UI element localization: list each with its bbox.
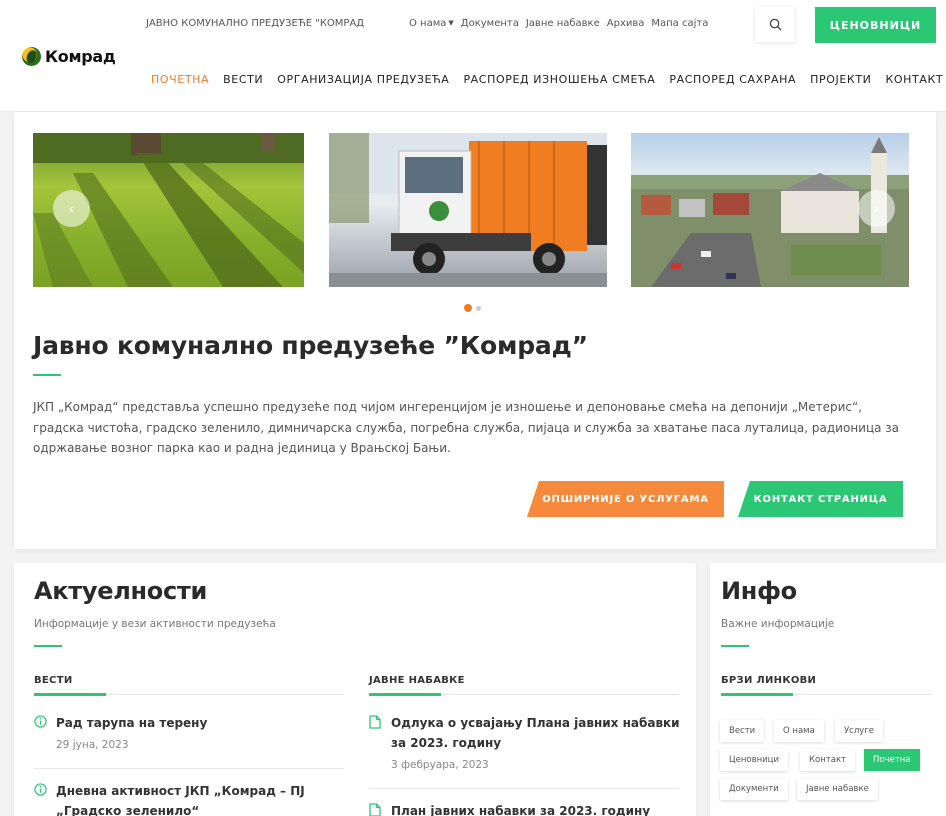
top-links: О нама ▼ Документа Јавне набавке Архива М… (409, 18, 708, 29)
tag-procurement[interactable]: Јавне набавке (797, 778, 878, 800)
info-circle-icon (34, 715, 47, 728)
nav-funeral-schedule[interactable]: РАСПОРЕД САХРАНА (669, 73, 796, 86)
procurement-item[interactable]: План јавних набавки за 2023. годину (369, 801, 679, 816)
tag-home[interactable]: Почетна (864, 749, 920, 771)
title-underline (33, 374, 61, 376)
nav-news[interactable]: ВЕСТИ (223, 73, 263, 86)
nav-projects[interactable]: ПРОЈЕКТИ (810, 73, 871, 86)
slider-dot-1[interactable] (464, 304, 472, 312)
tag-services[interactable]: Услуге (835, 720, 884, 742)
slider-prev-button[interactable]: ‹ (53, 190, 90, 227)
search-button[interactable] (755, 7, 795, 42)
nav-contact[interactable]: КОНТАКТ (886, 73, 944, 86)
tag-about[interactable]: О нама (774, 720, 824, 742)
top-link-documents[interactable]: Документа (461, 18, 519, 29)
news-divider (34, 768, 344, 769)
chevron-right-icon: › (873, 199, 880, 218)
info-title: Инфо (721, 577, 797, 605)
site-header: Комрад ЈАВНО КОМУНАЛНО ПРЕДУЗЕЋЕ "КОМРАД… (0, 0, 946, 112)
main-nav: ПОЧЕТНА ВЕСТИ ОРГАНИЗАЦИЈА ПРЕДУЗЕЋА РАС… (151, 73, 943, 86)
tag-documents[interactable]: Документи (720, 778, 788, 800)
document-icon (369, 803, 381, 816)
news-item-title[interactable]: Рад тарупа на терену (56, 713, 346, 733)
news-item[interactable]: Дневна активност ЈКП „Комрад – ПЈ „Градс… (34, 781, 344, 816)
procurement-divider (369, 788, 679, 789)
news-column-line (34, 693, 344, 696)
news-item-title[interactable]: Дневна активност ЈКП „Комрад – ПЈ „Градс… (56, 781, 326, 816)
slider-next-button[interactable]: › (858, 190, 895, 227)
search-icon (769, 18, 782, 31)
company-name: ЈАВНО КОМУНАЛНО ПРЕДУЗЕЋЕ "КОМРАД (146, 18, 365, 29)
info-card: Инфо Важне информације БРЗИ ЛИНКОВИ Вест… (710, 563, 946, 816)
nav-organization[interactable]: ОРГАНИЗАЦИЈА ПРЕДУЗЕЋА (277, 73, 449, 86)
price-list-button[interactable]: ЦЕНОВНИЦИ (815, 7, 936, 43)
quick-links-line (721, 693, 933, 696)
procurement-item-title[interactable]: План јавних набавки за 2023. годину (391, 801, 681, 816)
procurement-item-title[interactable]: Одлука о усвајању Плана јавних набавки з… (391, 713, 681, 753)
hero-title: Јавно комунално предузеће ”Комрад” (33, 331, 588, 360)
info-underline (721, 645, 749, 647)
logo-text: Комрад (45, 47, 116, 66)
news-title: Актуелности (34, 577, 207, 605)
top-link-about[interactable]: О нама ▼ (409, 18, 454, 29)
top-link-archive[interactable]: Архива (607, 18, 645, 29)
procurement-item-date: 3 фебруара, 2023 (391, 759, 489, 771)
nav-garbage-schedule[interactable]: РАСПОРЕД ИЗНОШЕЊА СМЕЋА (463, 73, 655, 86)
top-link-sitemap[interactable]: Мапа сајта (651, 18, 708, 29)
tag-news[interactable]: Вести (720, 720, 765, 742)
tag-price-lists[interactable]: Ценовници (720, 749, 788, 771)
news-column-heading: ВЕСТИ (34, 675, 73, 686)
procurement-column-line (369, 693, 679, 696)
contact-page-button[interactable]: КОНТАКТ СТРАНИЦА (738, 481, 903, 517)
chevron-left-icon: ‹ (68, 199, 75, 218)
hero-description: ЈКП „Комрад“ представља успешно предузећ… (33, 400, 900, 455)
news-item[interactable]: Рад тарупа на терену 29 јуна, 2023 (34, 713, 344, 759)
tag-contact[interactable]: Контакт (800, 749, 856, 771)
info-circle-icon (34, 783, 47, 796)
slider-dot-2[interactable] (476, 305, 481, 311)
procurement-column-heading: ЈАВНЕ НАБАВКЕ (369, 675, 465, 686)
news-item-date: 29 јуна, 2023 (56, 739, 129, 751)
slider-dots (464, 304, 481, 312)
services-button[interactable]: ОПШИРНИЈЕ О УСЛУГАМА (527, 481, 724, 517)
nav-home[interactable]: ПОЧЕТНА (151, 73, 209, 86)
hero-card: ‹ › Јавно комунално предузеће ”Комрад” Ј… (14, 112, 936, 549)
news-card: Актуелности Информације у вези активност… (14, 563, 696, 816)
top-link-procurement[interactable]: Јавне набавке (526, 18, 600, 29)
document-icon (369, 715, 381, 729)
site-logo[interactable]: Комрад (22, 47, 116, 66)
info-subtitle: Важне информације (721, 618, 835, 630)
quick-links-heading: БРЗИ ЛИНКОВИ (721, 675, 817, 686)
news-underline (34, 645, 62, 647)
slide-garbage-truck-image (329, 133, 607, 287)
procurement-item[interactable]: Одлука о усвајању Плана јавних набавки з… (369, 713, 681, 779)
logo-icon (22, 47, 41, 66)
news-subtitle: Информације у вези активности предузећа (34, 618, 276, 630)
chevron-down-icon: ▼ (448, 19, 454, 27)
